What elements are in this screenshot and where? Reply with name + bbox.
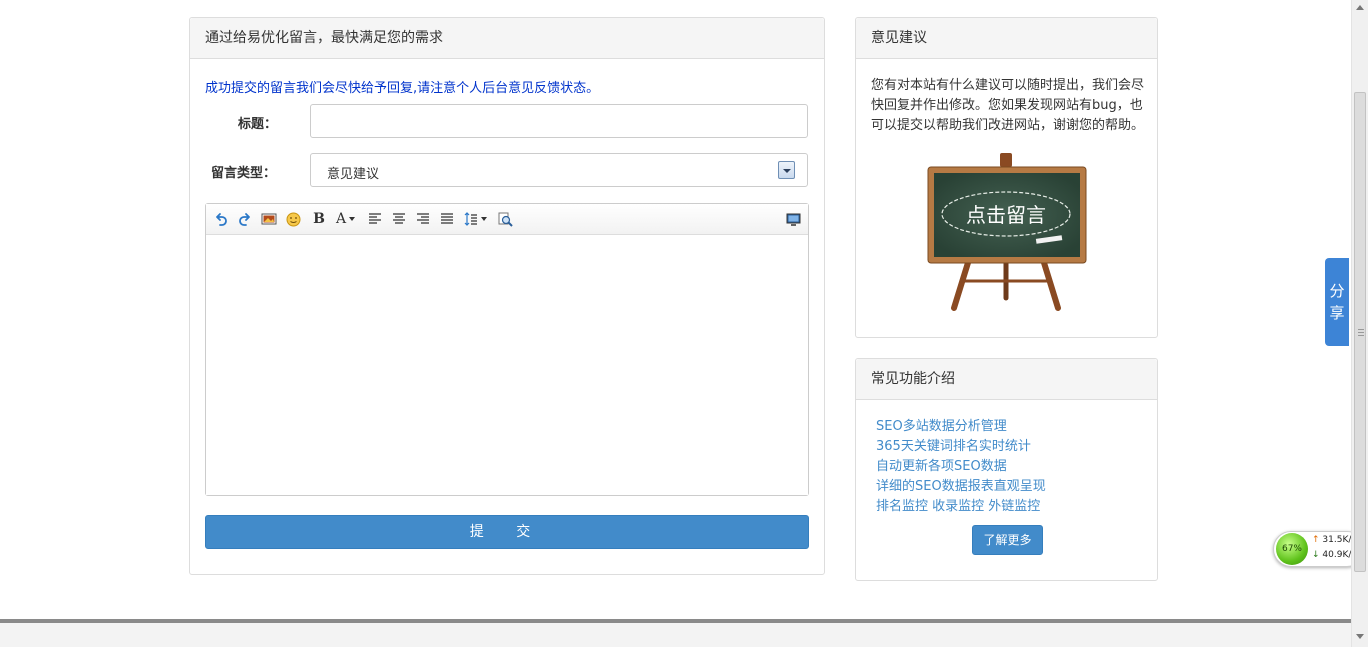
align-center-icon[interactable] (390, 210, 408, 228)
grip-icon (1358, 329, 1364, 336)
features-panel: 常见功能介绍 SEO多站数据分析管理 365天关键词排名实时统计 自动更新各项S… (855, 358, 1158, 581)
notice-text: 成功提交的留言我们会尽快给予回复,请注意个人后台意见反馈状态。 (205, 81, 600, 96)
title-input[interactable] (310, 104, 808, 138)
fullscreen-icon[interactable] (784, 210, 802, 228)
advice-panel-title: 意见建议 (856, 18, 1157, 59)
line-height-icon[interactable] (462, 210, 480, 228)
bold-icon[interactable]: B (310, 210, 328, 228)
page: 通过给易优化留言，最快满足您的需求 成功提交的留言我们会尽快给予回复,请注意个人… (0, 0, 1370, 647)
scroll-thumb[interactable] (1354, 92, 1366, 572)
message-panel-title: 通过给易优化留言，最快满足您的需求 (190, 18, 824, 59)
page-footer-bar (0, 619, 1351, 647)
board-text: 点击留言 (966, 203, 1046, 227)
title-label: 标题： (238, 117, 278, 132)
message-board-image[interactable]: 点击留言 (926, 153, 1088, 313)
features-panel-title: 常见功能介绍 (856, 359, 1157, 400)
scroll-up-icon[interactable] (1356, 5, 1364, 10)
align-left-icon[interactable] (366, 210, 384, 228)
vertical-scrollbar[interactable] (1351, 0, 1368, 647)
type-select-value: 意见建议 (327, 167, 380, 182)
chevron-down-icon[interactable] (480, 210, 488, 228)
undo-icon[interactable] (212, 210, 230, 228)
message-panel: 通过给易优化留言，最快满足您的需求 成功提交的留言我们会尽快给予回复,请注意个人… (189, 17, 825, 575)
emoji-icon[interactable] (284, 210, 302, 228)
feature-link[interactable]: 详细的SEO数据报表直观呈现 (876, 477, 1046, 497)
rich-text-editor: B A (205, 203, 809, 496)
image-icon[interactable] (260, 210, 278, 228)
arrow-down-icon: ↓ (1312, 550, 1320, 560)
feature-link[interactable]: SEO多站数据分析管理 (876, 417, 1046, 437)
editor-content-area[interactable] (206, 236, 808, 495)
feature-link[interactable]: 自动更新各项SEO数据 (876, 457, 1046, 477)
network-usage-ball: 67% (1276, 533, 1308, 565)
preview-icon[interactable] (496, 210, 514, 228)
scroll-down-icon[interactable] (1356, 634, 1364, 639)
chevron-down-icon[interactable] (348, 210, 356, 228)
share-tab-char: 享 (1329, 304, 1345, 322)
chevron-down-icon[interactable] (778, 161, 795, 179)
type-label: 留言类型： (211, 166, 277, 181)
share-tab[interactable]: 分 享 (1325, 258, 1349, 346)
type-select[interactable]: 意见建议 (310, 153, 808, 187)
feature-link[interactable]: 排名监控 收录监控 外链监控 (876, 497, 1046, 517)
redo-icon[interactable] (236, 210, 254, 228)
justify-icon[interactable] (438, 210, 456, 228)
feature-link[interactable]: 365天关键词排名实时统计 (876, 437, 1046, 457)
advice-text: 您有对本站有什么建议可以随时提出，我们会尽快回复并作出修改。您如果发现网站有bu… (871, 78, 1145, 133)
arrow-up-icon: ↑ (1312, 535, 1320, 545)
submit-button[interactable]: 提 交 (205, 515, 809, 549)
advice-panel: 意见建议 您有对本站有什么建议可以随时提出，我们会尽快回复并作出修改。您如果发现… (855, 17, 1158, 338)
feature-list: SEO多站数据分析管理 365天关键词排名实时统计 自动更新各项SEO数据 详细… (876, 417, 1046, 517)
align-right-icon[interactable] (414, 210, 432, 228)
editor-toolbar: B A (206, 204, 808, 235)
share-tab-char: 分 (1329, 282, 1345, 300)
learn-more-button[interactable]: 了解更多 (972, 525, 1043, 555)
